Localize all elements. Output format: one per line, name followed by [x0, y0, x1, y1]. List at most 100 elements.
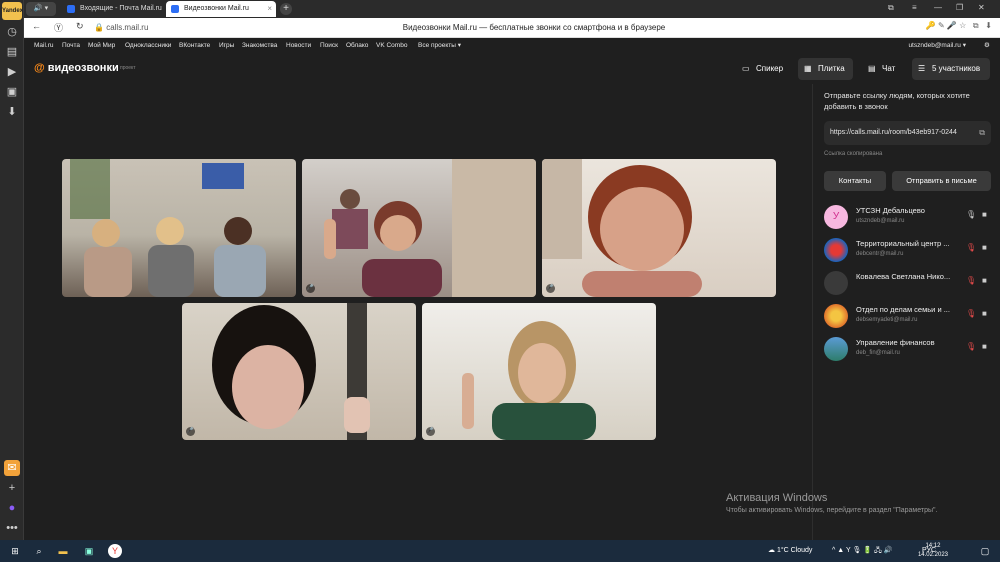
video-tile[interactable]: 🎤	[542, 159, 776, 297]
calls-favicon-icon	[171, 5, 179, 13]
tab-manager-icon[interactable]: ⧉	[888, 3, 894, 13]
participant-name: УТСЗН Дебальцево	[856, 206, 925, 215]
download-icon[interactable]: ⬇	[4, 104, 20, 120]
calls-logo[interactable]: @ видеозвонки	[34, 62, 119, 74]
portal-link[interactable]: Поиск	[320, 38, 338, 54]
video-tile[interactable]: 🎤	[302, 159, 536, 297]
tab-label: Видеозвонки Mail.ru	[184, 5, 249, 12]
mic-status-icon: 🎤	[546, 284, 555, 293]
send-mail-button[interactable]: Отправить в письме	[892, 171, 991, 191]
camera-icon[interactable]: ■	[982, 243, 987, 252]
yandex-home-icon[interactable]: Ⓨ	[54, 21, 63, 34]
portal-link[interactable]: Знакомства	[242, 38, 277, 54]
address-actions[interactable]: 🔑 ✎ 🎤 ☆ ⧉ ⬇	[926, 21, 992, 31]
clock[interactable]: 14:12 14.02.2023	[918, 542, 948, 560]
tab-calls[interactable]: Видеозвонки Mail.ru ×	[166, 1, 276, 17]
settings-icon[interactable]: ⚙	[984, 38, 990, 54]
camera-icon[interactable]: ■	[982, 210, 987, 219]
mic-muted-icon[interactable]: 🎙	[966, 276, 976, 285]
copied-note: Ссылка скопирована	[824, 151, 883, 157]
camera-icon[interactable]: ■	[982, 276, 987, 285]
portal-link[interactable]: Все проекты ▾	[418, 38, 461, 54]
windows-activation-watermark: Активация Windows Чтобы активировать Win…	[726, 492, 937, 514]
mailru-portal-bar: Mail.ru Почта Мой Мир Одноклассники ВКон…	[24, 38, 1000, 54]
speaker-view-icon: ▭	[742, 64, 750, 73]
explorer-icon[interactable]: ▬	[56, 544, 70, 558]
play-icon[interactable]: ▶	[4, 64, 20, 80]
video-tile[interactable]: 🎤	[422, 303, 656, 440]
participant-item[interactable]: Управление финансов deb_fin@mail.ru 🎙 ■	[824, 335, 994, 363]
grid-view-button[interactable]: ▦ Плитка	[798, 58, 853, 80]
chat-button[interactable]: ▤ Чат	[862, 58, 903, 80]
participant-email: debcentr@mail.ru	[856, 251, 904, 257]
portal-link[interactable]: Одноклассники	[125, 38, 171, 54]
mic-status-icon: 🎤	[186, 427, 195, 436]
close-window-icon[interactable]: ✕	[978, 3, 985, 12]
avatar	[824, 238, 848, 262]
portal-link[interactable]: Новости	[286, 38, 311, 54]
notifications-icon[interactable]: ▢	[978, 544, 992, 558]
alice-icon[interactable]: ●	[4, 500, 20, 516]
invite-text: Отправьте ссылку людям, которых хотите д…	[824, 91, 970, 111]
tab-bar: 🔊 ▾ Входящие - Почта Mail.ru Видеозвонки…	[24, 0, 1000, 18]
portal-link[interactable]: ВКонтакте	[179, 38, 210, 54]
account-menu[interactable]: utszndeb@mail.ru ▾	[908, 38, 966, 54]
close-tab-icon[interactable]: ×	[267, 1, 272, 17]
participant-item[interactable]: У УТСЗН Дебальцево utszndeb@mail.ru 🎙 ■	[824, 203, 994, 231]
participant-item[interactable]: Территориальный центр ... debcentr@mail.…	[824, 236, 994, 264]
camera-icon[interactable]: ■	[982, 309, 987, 318]
portal-link[interactable]: Облако	[346, 38, 368, 54]
history-icon[interactable]: ◷	[4, 24, 20, 40]
participants-panel: Отправьте ссылку людям, которых хотите д…	[812, 84, 1000, 540]
participant-item[interactable]: Ковалева Светлана Нико... 🎙 ■	[824, 269, 994, 297]
invite-link-field[interactable]: https://calls.mail.ru/room/b43eb917-0244…	[824, 121, 991, 145]
speaker-view-button[interactable]: ▭ Спикер	[736, 58, 791, 80]
tab-mail[interactable]: Входящие - Почта Mail.ru	[62, 1, 162, 17]
mic-muted-icon[interactable]: 🎙	[966, 309, 976, 318]
zen-icon[interactable]: ▣	[4, 84, 20, 100]
logo-subtitle: проект	[120, 65, 136, 71]
clock-time: 14:12	[925, 543, 941, 549]
audio-tab-icon[interactable]: 🔊 ▾	[26, 2, 56, 16]
mic-muted-icon[interactable]: 🎙	[966, 342, 976, 351]
yandex-browser-icon[interactable]: Y	[108, 544, 122, 558]
store-icon[interactable]: ▣	[82, 544, 96, 558]
participant-name: Отдел по делам семьи и ...	[856, 305, 950, 314]
mic-muted-icon[interactable]: 🎙	[966, 243, 976, 252]
video-tile[interactable]	[62, 159, 296, 297]
participants-button[interactable]: ☰ 5 участников	[912, 58, 990, 80]
copy-icon[interactable]: ⧉	[979, 121, 985, 145]
start-icon[interactable]: ⊞	[8, 544, 22, 558]
search-icon[interactable]: ⌕	[32, 544, 46, 558]
more-icon[interactable]: •••	[4, 520, 20, 536]
portal-link[interactable]: Почта	[62, 38, 80, 54]
url-field[interactable]: 🔒 calls.mail.ru	[94, 21, 164, 35]
reload-icon[interactable]: ↻	[76, 21, 84, 32]
weather-widget[interactable]: ☁ 1°C Cloudy	[768, 540, 812, 562]
camera-icon[interactable]: ■	[982, 342, 987, 351]
mail-icon[interactable]: ✉	[4, 460, 20, 476]
back-icon[interactable]: ←	[32, 21, 41, 31]
maximize-icon[interactable]: ❐	[956, 3, 963, 12]
add-icon[interactable]: +	[4, 480, 20, 496]
video-tile[interactable]: 🎤	[182, 303, 416, 440]
yandex-logo[interactable]: Yandex	[2, 2, 23, 20]
portal-link[interactable]: Мой Мир	[88, 38, 115, 54]
mic-icon[interactable]: 🎙	[966, 210, 976, 219]
new-tab-button[interactable]: +	[280, 3, 292, 15]
collections-icon[interactable]: ▤	[4, 44, 20, 60]
contacts-button[interactable]: Контакты	[824, 171, 886, 191]
participant-item[interactable]: Отдел по делам семьи и ... debsemyadeti@…	[824, 302, 994, 330]
participant-video	[462, 321, 596, 440]
participant-video	[70, 159, 266, 297]
minimize-icon[interactable]: —	[934, 3, 942, 12]
address-bar: ← Ⓨ ↻ 🔒 calls.mail.ru Видеозвонки Mail.r…	[24, 18, 1000, 38]
participant-email: debsemyadeti@mail.ru	[856, 317, 918, 323]
menu-icon[interactable]: ≡	[912, 3, 917, 12]
page-title: Видеозвонки Mail.ru — бесплатные звонки …	[402, 23, 666, 32]
portal-link[interactable]: Mail.ru	[34, 38, 54, 54]
portal-link[interactable]: VK Combo	[376, 38, 407, 54]
avatar: У	[824, 205, 848, 229]
portal-link[interactable]: Игры	[219, 38, 234, 54]
tray-icons[interactable]: ^ ▲ Y 🎙 🔋 🖧 🔊	[832, 540, 892, 562]
